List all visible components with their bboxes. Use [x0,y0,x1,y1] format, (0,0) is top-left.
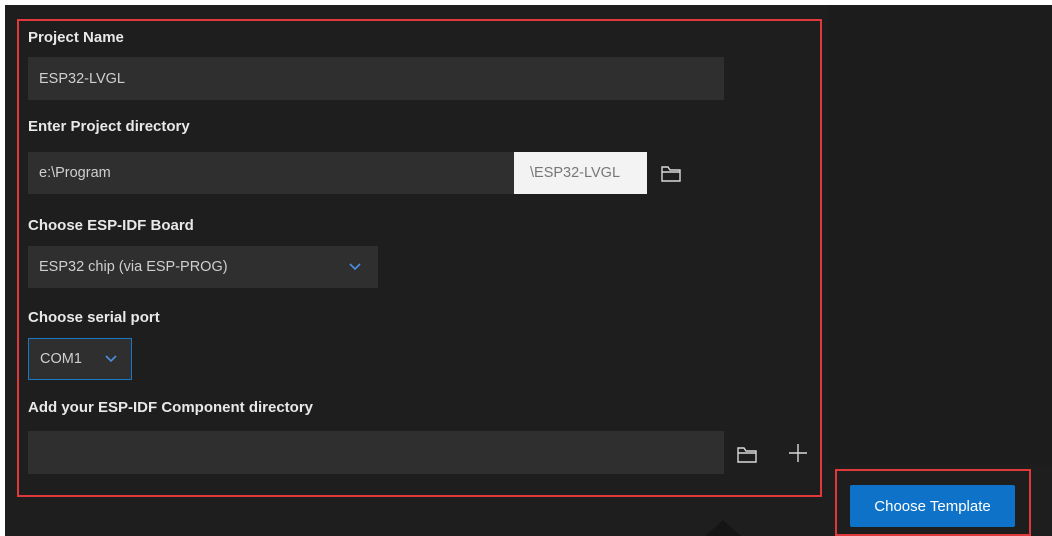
folder-icon[interactable] [736,445,758,465]
serial-port-label: Choose serial port [28,309,160,326]
project-dir-suffix: \ESP32-LVGL [514,152,647,194]
project-name-label: Project Name [28,29,124,46]
new-project-panel: Project Name ESP32-LVGL Enter Project di… [5,5,1052,536]
side-area [828,5,1052,465]
folder-icon[interactable] [660,164,682,184]
chevron-down-icon [105,355,117,363]
decorative-shape [705,520,741,536]
project-dir-label: Enter Project directory [28,118,190,135]
project-name-input[interactable]: ESP32-LVGL [28,57,724,100]
board-select[interactable]: ESP32 chip (via ESP-PROG) [28,246,378,288]
board-value: ESP32 chip (via ESP-PROG) [39,259,228,275]
component-dir-input[interactable] [28,431,724,474]
serial-port-select[interactable]: COM1 [28,338,132,380]
serial-port-value: COM1 [40,351,82,367]
chevron-down-icon [349,263,361,271]
project-dir-suffix-text: \ESP32-LVGL [530,165,621,181]
project-dir-value: e:\Program [39,165,111,181]
component-dir-label: Add your ESP-IDF Component directory [28,399,314,416]
project-dir-input[interactable]: e:\Program [28,152,514,194]
plus-icon[interactable] [787,442,809,464]
board-label: Choose ESP-IDF Board [28,217,194,234]
choose-template-button[interactable]: Choose Template [850,485,1015,527]
project-name-value: ESP32-LVGL [39,70,125,87]
